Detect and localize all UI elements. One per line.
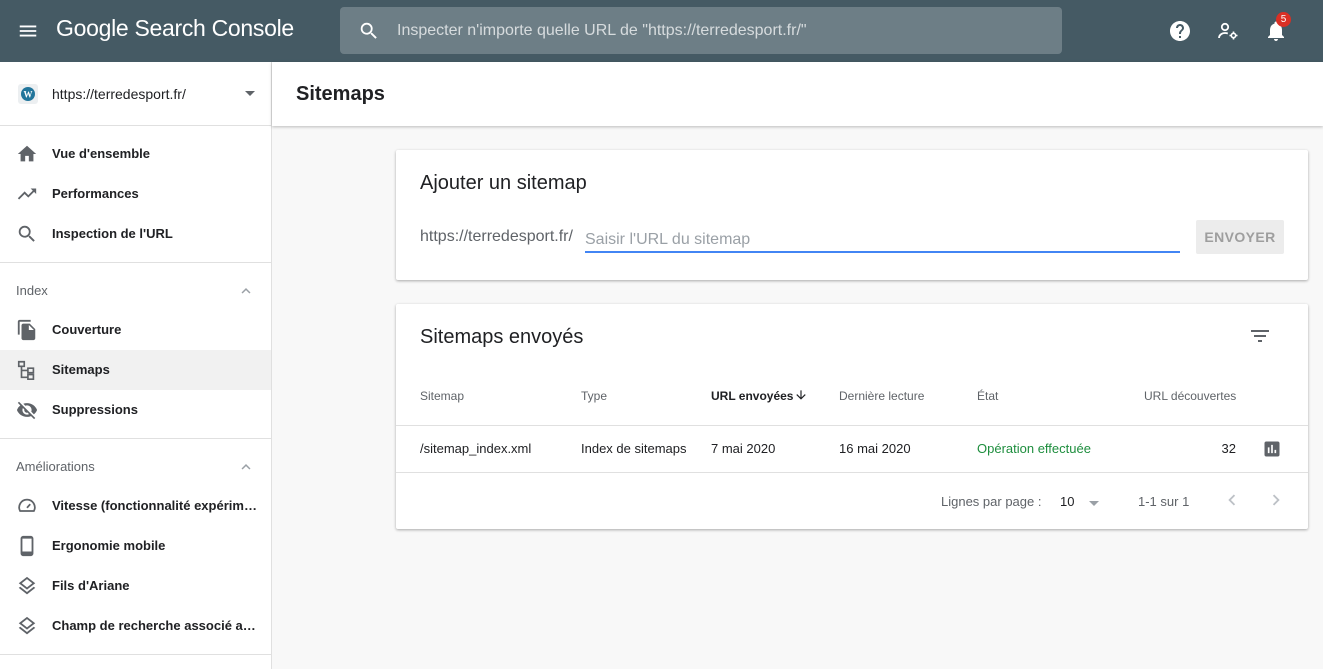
sidebar-item-label: Champ de recherche associé aux liens sit… [52,618,257,633]
sidebar-divider [0,438,271,439]
cell-submitted: 7 mai 2020 [711,441,776,456]
phone-icon [20,535,34,557]
sidebar-item-sitelinks-searchbox[interactable]: Champ de recherche associé aux liens sit… [0,606,271,646]
sidebar-divider [0,654,271,655]
sidebar-item-label: Vue d'ensemble [52,146,150,161]
user-settings-icon[interactable] [1215,18,1241,44]
top-app-bar: Google Search Console 5 [0,0,1323,62]
sidebar-item-label: Fils d'Ariane [52,578,130,593]
sidebar-item-label: Performances [52,186,139,201]
dropdown-caret-icon [245,91,255,96]
chevron-right-icon[interactable] [1265,489,1287,511]
notification-count-badge: 5 [1276,12,1291,27]
cell-type: Index de sitemaps [581,441,687,456]
dropdown-caret-icon [1089,501,1099,506]
add-sitemap-card: Ajouter un sitemap https://terredesport.… [396,150,1308,280]
search-icon [360,22,377,39]
section-label: Améliorations [16,459,95,474]
page-header: Sitemaps [272,62,1323,126]
wordpress-icon: W [18,84,38,104]
sidebar-item-removals[interactable]: Suppressions [0,390,271,430]
sidebar-item-overview[interactable]: Vue d'ensemble [0,134,271,174]
rows-per-page-label: Lignes par page : [941,494,1042,509]
cell-sitemap[interactable]: /sitemap_index.xml [420,441,531,456]
sidebar-item-label: Inspection de l'URL [52,226,173,241]
sidebar: W https://terredesport.fr/ Vue d'ensembl… [0,62,272,669]
column-header-sitemap[interactable]: Sitemap [420,389,464,403]
sidebar-item-speed[interactable]: Vitesse (fonctionnalité expérimentale) [0,486,271,526]
cell-discovered: 32 [1221,441,1236,456]
url-inspection-search[interactable] [340,7,1062,54]
sidebar-item-label: Couverture [52,322,122,337]
chevron-left-icon[interactable] [1221,489,1243,511]
sitemap-icon [17,360,35,380]
sitemap-url-prefix: https://terredesport.fr/ [420,228,573,245]
sidebar-section-enhancements[interactable]: Améliorations [0,442,271,490]
card-title: Sitemaps envoyés [420,326,584,348]
menu-icon[interactable] [14,17,42,45]
column-header-urls-submitted[interactable]: URL envoyées [711,389,793,403]
layers-icon [18,616,36,635]
sidebar-item-label: Ergonomie mobile [52,538,166,553]
property-url: https://terredesport.fr/ [52,86,186,102]
section-label: Index [16,283,48,298]
sidebar-item-breadcrumbs[interactable]: Fils d'Ariane [0,566,271,606]
arrow-down-icon[interactable] [794,388,808,402]
sidebar-item-url-inspection[interactable]: Inspection de l'URL [0,214,271,254]
app-brand[interactable]: Google Search Console [56,15,294,42]
table-divider [396,472,1308,473]
speed-icon [18,498,36,512]
sidebar-item-performance[interactable]: Performances [0,174,271,214]
cell-status: Opération effectuée [977,441,1091,456]
sidebar-divider [0,262,271,263]
visibility-off-icon [16,401,38,420]
sidebar-item-label: Vitesse (fonctionnalité expérimentale) [52,498,257,513]
property-selector[interactable]: W https://terredesport.fr/ [0,62,271,126]
layers-icon [18,576,36,595]
home-icon [17,145,37,162]
trending-up-icon [17,188,37,200]
sidebar-item-coverage[interactable]: Couverture [0,310,271,350]
card-title: Ajouter un sitemap [420,172,587,194]
column-header-status[interactable]: État [977,389,998,403]
pagination-range: 1-1 sur 1 [1138,494,1190,509]
filter-icon[interactable] [1248,324,1272,348]
chevron-up-icon [241,288,251,294]
rows-per-page-select[interactable]: 10 [1056,488,1106,516]
cell-last-read: 16 mai 2020 [839,441,911,456]
sidebar-section-index[interactable]: Index [0,266,271,314]
table-divider [396,425,1308,426]
help-icon[interactable] [1167,18,1193,44]
sidebar-item-sitemaps[interactable]: Sitemaps [0,350,271,390]
copy-icon [17,319,36,341]
search-icon [18,225,35,242]
column-header-urls-discovered[interactable]: URL découvertes [1144,389,1236,403]
sitemap-url-input[interactable] [585,223,1180,253]
chevron-up-icon [241,464,251,470]
sidebar-item-label: Sitemaps [52,362,110,377]
search-input[interactable] [397,7,1047,54]
sidebar-item-label: Suppressions [52,402,138,417]
submitted-sitemaps-card: Sitemaps envoyés Sitemap Type URL envoyé… [396,304,1308,529]
sidebar-item-mobile-usability[interactable]: Ergonomie mobile [0,526,271,566]
bar-chart-icon[interactable] [1262,439,1282,459]
page-title: Sitemaps [296,83,385,105]
rows-per-page-value: 10 [1060,494,1075,509]
column-header-type[interactable]: Type [581,389,607,403]
svg-text:W: W [24,90,33,100]
submit-sitemap-button[interactable]: ENVOYER [1196,220,1284,254]
column-header-last-read[interactable]: Dernière lecture [839,389,924,403]
